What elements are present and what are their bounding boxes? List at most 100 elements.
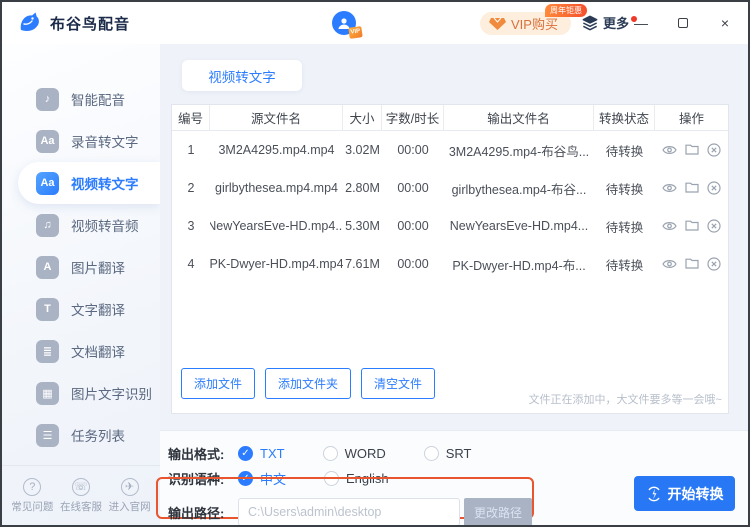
preview-eye-icon[interactable] [662, 258, 677, 270]
sidebar-item-smart-dubbing[interactable]: ♪ 智能配音 [2, 78, 160, 120]
radio-label: 中文 [260, 471, 287, 487]
sidebar-item-doc-translate[interactable]: ≣ 文档翻译 [2, 330, 160, 372]
layers-icon [582, 15, 598, 30]
change-path-button[interactable]: 更改路径 [464, 498, 532, 525]
table-header-row: 编号 源文件名 大小 字数/时长 输出文件名 转换状态 操作 [172, 105, 728, 131]
radio-english[interactable]: English [324, 470, 389, 486]
official-site-link[interactable]: ✈ 进入官网 [108, 477, 151, 514]
open-folder-icon[interactable] [685, 144, 699, 156]
minimize-button[interactable]: — [632, 14, 650, 32]
preview-eye-icon[interactable] [662, 220, 677, 232]
sidebar-item-video-to-audio[interactable]: ♫ 视频转音频 [2, 204, 160, 246]
row-actions [655, 131, 728, 169]
cell-source: girlbythesea.mp4.mp4 [215, 181, 338, 195]
col-header-id: 编号 [172, 105, 210, 131]
remove-file-icon[interactable] [707, 181, 721, 195]
tab-video-to-text[interactable]: 视频转文字 [182, 60, 302, 91]
output-format-label: 输出格式: [168, 446, 225, 462]
close-button[interactable]: × [716, 14, 734, 32]
open-folder-icon[interactable] [685, 182, 699, 194]
add-file-button[interactable]: 添加文件 [181, 368, 256, 399]
table-row: 1 3M2A4295.mp4.mp4 3.02M 00:00 3M2A4295.… [172, 131, 728, 169]
table-row: 4 PK-Dwyer-HD.mp4.mp4 7.61M 00:00 PK-Dwy… [172, 245, 728, 283]
sidebar-item-label: 录音转文字 [71, 135, 139, 150]
radio-srt[interactable]: SRT [423, 445, 472, 461]
paper-plane-icon: ✈ [120, 477, 139, 496]
cell-output: girlbythesea.mp4-布谷... [451, 182, 587, 197]
sidebar: ♪ 智能配音 Aa 录音转文字 Aa 视频转文字 ♫ 视频转音频 A 图片翻译 … [2, 44, 160, 525]
task-list-icon: ☰ [36, 423, 59, 447]
cell-source: PK-Dwyer-HD.mp4.mp4 [210, 257, 343, 271]
cell-duration: 00:00 [397, 219, 429, 233]
remove-file-icon[interactable] [707, 143, 721, 157]
window-controls: — × [632, 2, 734, 44]
row-actions [655, 169, 728, 207]
video-to-text-icon: Aa [36, 171, 59, 195]
radio-label: SRT [445, 445, 472, 461]
vip-gem-icon [489, 17, 506, 30]
cell-id: 2 [187, 181, 195, 195]
sidebar-item-label: 视频转文字 [71, 177, 139, 192]
radio-chinese[interactable]: ✓ 中文 [238, 469, 286, 488]
col-header-output: 输出文件名 [444, 105, 594, 131]
audio-to-text-icon: Aa [36, 129, 59, 153]
app-title: 布谷鸟配音 [50, 15, 131, 33]
format-options: ✓ TXT WORD SRT [238, 445, 510, 461]
cell-size: 2.80M [345, 181, 380, 195]
file-buttons: 添加文件 添加文件夹 清空文件 [181, 368, 436, 399]
avatar-vip-badge: VIP [348, 26, 363, 39]
cell-duration: 00:00 [397, 143, 429, 157]
sidebar-item-video-to-text[interactable]: Aa 视频转文字 [18, 162, 160, 204]
sidebar-item-label: 任务列表 [71, 429, 125, 444]
sidebar-item-text-translate[interactable]: T 文字翻译 [2, 288, 160, 330]
sidebar-item-image-ocr[interactable]: ▦ 图片文字识别 [2, 372, 160, 414]
settings-panel: 输出格式: ✓ TXT WORD SRT 识别语种: ✓ 中文 English … [156, 430, 748, 525]
radio-label: WORD [344, 445, 386, 461]
cell-size: 3.02M [345, 143, 380, 157]
titlebar: 布谷鸟配音 VIP VIP购买 周年钜惠 更多 — × [2, 2, 748, 44]
preview-eye-icon[interactable] [662, 182, 677, 194]
text-translate-icon: T [36, 297, 59, 321]
user-avatar[interactable]: VIP [332, 11, 363, 39]
vip-promo-badge: 周年钜惠 [544, 4, 587, 17]
col-header-status: 转换状态 [594, 105, 655, 131]
add-folder-button[interactable]: 添加文件夹 [265, 368, 352, 399]
preview-eye-icon[interactable] [662, 144, 677, 156]
online-support-label: 在线客服 [59, 500, 102, 513]
cell-duration: 00:00 [397, 257, 429, 271]
cell-source: NewYearsEve-HD.mp4... [210, 219, 343, 233]
status-badge: 待转换 [605, 258, 644, 273]
cell-id: 4 [187, 257, 195, 271]
radio-unchecked-icon [324, 470, 340, 486]
output-path-input[interactable] [238, 498, 460, 525]
sidebar-item-label: 智能配音 [71, 93, 125, 108]
cell-size: 5.30M [345, 219, 380, 233]
cell-output: NewYearsEve-HD.mp4... [449, 219, 589, 233]
more-menu-button[interactable]: 更多 [582, 13, 638, 32]
maximize-button[interactable] [674, 14, 692, 32]
video-to-audio-icon: ♫ [36, 213, 59, 237]
radio-word[interactable]: WORD [322, 445, 386, 461]
row-actions [655, 207, 728, 245]
sidebar-footer: ? 常见问题 ☏ 在线客服 ✈ 进入官网 [2, 465, 160, 525]
more-menu-label: 更多 [603, 16, 630, 31]
sidebar-item-task-list[interactable]: ☰ 任务列表 [2, 414, 160, 456]
official-site-label: 进入官网 [108, 500, 151, 513]
headset-icon: ☏ [71, 477, 90, 496]
radio-checked-icon: ✓ [238, 470, 253, 486]
remove-file-icon[interactable] [707, 257, 721, 271]
online-support-link[interactable]: ☏ 在线客服 [59, 477, 102, 514]
open-folder-icon[interactable] [685, 258, 699, 270]
open-folder-icon[interactable] [685, 220, 699, 232]
vip-purchase-button[interactable]: VIP购买 周年钜惠 [480, 4, 587, 35]
clear-files-button[interactable]: 清空文件 [361, 368, 436, 399]
output-path-label: 输出路径: [168, 505, 225, 521]
radio-unchecked-icon [423, 445, 439, 461]
sidebar-item-image-translate[interactable]: A 图片翻译 [2, 246, 160, 288]
remove-file-icon[interactable] [707, 219, 721, 233]
question-icon: ? [23, 477, 42, 496]
sidebar-item-audio-to-text[interactable]: Aa 录音转文字 [2, 120, 160, 162]
radio-txt[interactable]: ✓ TXT [238, 445, 285, 461]
faq-link[interactable]: ? 常见问题 [11, 477, 53, 514]
doc-translate-icon: ≣ [36, 339, 59, 363]
